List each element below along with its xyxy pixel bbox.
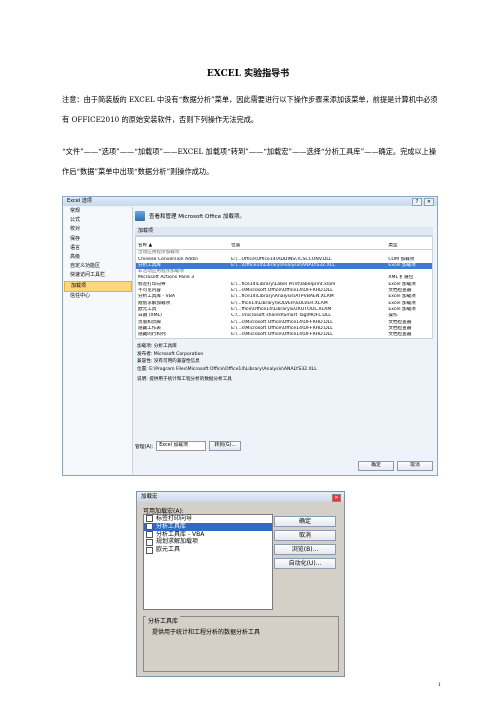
sidebar-item[interactable]: 保存 <box>64 235 132 244</box>
sidebar-item[interactable]: 校对 <box>64 225 132 234</box>
sidebar-item[interactable]: 快速访问工具栏 <box>64 271 132 280</box>
table-cell: 文档检查器 <box>388 332 412 338</box>
addins-list: 标签打印向导 ✓ 分析工具库 分析工具库 - VBA 规划求解加载项 欧元工具 <box>143 514 273 610</box>
addins-titlebar: 加载宏 ✕ <box>137 492 344 502</box>
browse-button[interactable]: 浏览(B)... <box>274 544 336 555</box>
ok-button[interactable]: 确定 <box>358 461 394 471</box>
addins-buttons: 确定 取消 浏览(B)... 自动化(U)... <box>274 516 336 569</box>
sidebar-item[interactable]: 语言 <box>64 244 132 253</box>
info-addin: 加载项: 分析工具库 <box>137 344 177 350</box>
manage-select[interactable]: Excel 加载项 <box>156 441 207 451</box>
sidebar-item[interactable]: 常规 <box>64 207 132 216</box>
sidebar-item[interactable]: 自定义功能区 <box>64 262 132 271</box>
options-title: Excel 选项 <box>67 198 92 204</box>
table-cell: 活动应用程序加载项 <box>138 250 180 256</box>
table-header: 名称 ▲ 位置 类型 <box>136 243 432 251</box>
cancel-button[interactable]: 取消 <box>274 530 336 541</box>
sidebar-item[interactable]: 信任中心 <box>64 292 132 301</box>
checkbox[interactable]: ✓ <box>146 523 153 531</box>
section-title: 加载项 <box>135 227 433 236</box>
note-paragraph: 注意：由于简装版的 EXCEL 中没有“数据分析”菜单，因此需要进行以下操作步骤… <box>62 95 438 124</box>
options-titlebar: Excel 选项 ? ✕ <box>63 197 437 206</box>
table-cell: 名称 ▲ <box>136 243 230 251</box>
table-cell: E:\...s\Microsoft Office\Office14\OFFRHD… <box>231 332 333 338</box>
excel-options-dialog: Excel 选项 ? ✕ 常规 公式 校对 保存 语言 高级 自定义功能区 快速访问工具栏 加载… <box>62 196 438 476</box>
table-cell: 位置 <box>229 243 387 251</box>
addins-icon <box>135 211 145 221</box>
addin-info: 加载项: 分析工具库 发布者: Microsoft Corporation 兼容… <box>135 343 433 383</box>
manage-label: 管理(A): <box>135 444 154 450</box>
sidebar-item[interactable]: 高级 <box>64 253 132 262</box>
sidebar-item[interactable]: 公式 <box>64 216 132 225</box>
close-icon[interactable]: ✕ <box>424 198 434 206</box>
go-button[interactable]: 转到(G)... <box>209 441 242 451</box>
info-compat: 兼容性: 没有可用的兼容性信息 <box>137 359 200 365</box>
info-desc: 说明: 提供用于统计和工程分析的数据分析工具 <box>137 377 232 383</box>
info-publisher: 发布者: Microsoft Corporation <box>137 351 204 357</box>
table-cell: 类型 <box>386 243 432 251</box>
addins-dialog: 加载宏 ✕ 可用加载宏(A): 标签打印向导 ✓ 分析工具库 分析工具库 - VBA 规… <box>136 491 345 677</box>
checkbox[interactable] <box>146 530 153 538</box>
checkbox[interactable] <box>146 538 153 546</box>
help-icon[interactable]: ? <box>412 198 422 206</box>
table-cell <box>386 250 432 257</box>
table-cell: 隐藏的行和列 <box>138 332 166 338</box>
close-icon[interactable]: ✕ <box>332 494 341 502</box>
sidebar-item[interactable]: 加载项 <box>64 280 132 292</box>
group-desc: 提供用于统计和工程分析的数据分析工具 <box>152 629 261 636</box>
table-group: 活动应用程序加载项 <box>136 250 432 257</box>
options-header-text: 查看和管理 Microsoft Office 加载项。 <box>149 214 245 220</box>
addin-item[interactable]: ✓ 分析工具库 <box>144 522 272 531</box>
manage-row: 管理(A): Excel 加载项 转到(G)... <box>135 441 242 451</box>
addin-item[interactable]: 欧元工具 <box>144 546 272 554</box>
description-group: 分析工具库 提供用于统计和工程分析的数据分析工具 <box>143 616 339 672</box>
group-title: 分析工具库 <box>146 616 181 625</box>
cancel-button[interactable]: 取消 <box>397 461 433 471</box>
table-cell <box>229 250 386 257</box>
automation-button[interactable]: 自动化(U)... <box>274 558 336 569</box>
steps-paragraph: “文件”——“选项”——“加载项”——EXCEL 加载项“转到”——“加载宏”—… <box>62 147 437 176</box>
addins-table: 名称 ▲ 位置 类型 活动应用程序加载项 Chinese Conversion Addi… <box>136 243 432 338</box>
addin-label: 分析工具库 <box>156 522 187 530</box>
table-row[interactable]: Chinese Conversion Addin E:\...Office\Off… <box>136 257 432 263</box>
addins-title: 加载宏 <box>141 494 158 500</box>
checkbox[interactable] <box>146 515 153 523</box>
table-row[interactable]: 隐藏的行和列 E:\...s\Microsoft Office\Office14\… <box>136 332 432 338</box>
checkbox[interactable] <box>146 546 153 554</box>
ok-button[interactable]: 确定 <box>274 516 336 527</box>
doc-title: EXCEL 实验指导书 <box>206 69 290 79</box>
info-location: 位置: E:\Program Files\Microsoft Office\Of… <box>137 366 317 372</box>
addin-label: 欧元工具 <box>156 546 181 554</box>
options-sidebar: 常规 公式 校对 保存 语言 高级 自定义功能区 快速访问工具栏 加载项 信任中心 <box>64 207 133 474</box>
options-header: 查看和管理 Microsoft Office 加载项。 <box>135 209 433 223</box>
addin-label: 标签打印向导 <box>156 515 193 522</box>
addin-item[interactable]: 标签打印向导 <box>144 515 272 523</box>
page-number: 1 <box>437 682 441 688</box>
